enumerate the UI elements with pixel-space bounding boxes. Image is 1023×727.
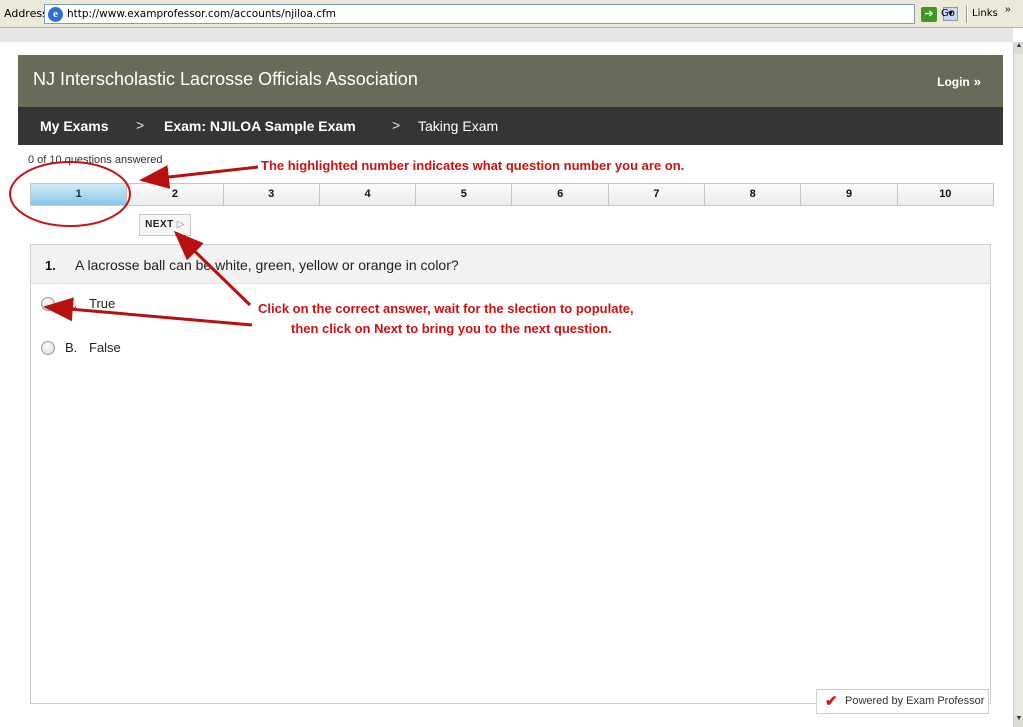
login-link[interactable]: Login » bbox=[937, 74, 981, 89]
go-button[interactable]: Go bbox=[941, 8, 955, 19]
option-text[interactable]: False bbox=[89, 340, 121, 355]
next-label[interactable]: NEXT bbox=[145, 219, 174, 230]
next-button[interactable]: NEXT ▷ bbox=[139, 214, 191, 236]
ie-icon: e bbox=[48, 7, 63, 22]
option-text[interactable]: True bbox=[89, 296, 115, 311]
question-tab-3[interactable]: 3 bbox=[223, 184, 320, 205]
powered-by-text[interactable]: Powered by Exam Professor bbox=[845, 690, 984, 713]
radio-button-a[interactable] bbox=[41, 297, 55, 311]
question-text: A lacrosse ball can be white, green, yel… bbox=[75, 257, 459, 273]
scroll-up-icon[interactable]: ▲ bbox=[1014, 42, 1023, 54]
breadcrumb-separator: > bbox=[392, 117, 401, 133]
breadcrumb-current: Taking Exam bbox=[418, 118, 499, 134]
links-chevron-icon[interactable]: » bbox=[1005, 4, 1011, 15]
site-title: NJ Interscholastic Lacrosse Officials As… bbox=[33, 69, 418, 89]
login-chevron-icon[interactable]: » bbox=[974, 74, 981, 89]
site-header: NJ Interscholastic Lacrosse Officials As… bbox=[18, 55, 1003, 107]
breadcrumb: My Exams > Exam: NJILOA Sample Exam > Ta… bbox=[18, 107, 1003, 145]
breadcrumb-my-exams[interactable]: My Exams bbox=[40, 118, 108, 134]
question-tab-10[interactable]: 10 bbox=[897, 184, 993, 205]
vertical-scrollbar[interactable]: ▲ ▼ bbox=[1013, 42, 1023, 727]
page-top-strip bbox=[0, 28, 1013, 42]
question-tab-7[interactable]: 7 bbox=[608, 184, 706, 205]
browser-address-bar: Address e http://www.examprofessor.com/a… bbox=[0, 0, 1023, 28]
address-url[interactable]: http://www.examprofessor.com/accounts/nj… bbox=[67, 8, 336, 20]
question-tab-1[interactable]: 1 bbox=[31, 184, 128, 205]
powered-by-badge[interactable]: ✔ Powered by Exam Professor bbox=[816, 689, 989, 714]
question-tab-4[interactable]: 4 bbox=[319, 184, 417, 205]
question-tabs: 1 2 3 4 5 6 7 8 9 10 bbox=[30, 183, 994, 206]
option-letter: B. bbox=[65, 340, 78, 355]
links-button[interactable]: Links bbox=[972, 8, 998, 19]
click-annotation-line1: Click on the correct answer, wait for th… bbox=[258, 301, 634, 316]
question-number: 1. bbox=[45, 258, 56, 273]
go-arrow-icon[interactable]: ➔ bbox=[921, 7, 937, 22]
click-annotation-line2: then click on Next to bring you to the n… bbox=[291, 321, 612, 336]
breadcrumb-separator: > bbox=[136, 117, 145, 133]
address-input[interactable]: e http://www.examprofessor.com/accounts/… bbox=[44, 4, 958, 24]
scroll-down-icon[interactable]: ▼ bbox=[1014, 715, 1023, 727]
breadcrumb-exam[interactable]: Exam: NJILOA Sample Exam bbox=[164, 118, 356, 134]
question-tab-9[interactable]: 9 bbox=[801, 184, 898, 205]
question-tab-6[interactable]: 6 bbox=[512, 184, 609, 205]
question-tab-2[interactable]: 2 bbox=[127, 184, 224, 205]
login-label[interactable]: Login bbox=[937, 75, 970, 89]
question-header: 1. A lacrosse ball can be white, green, … bbox=[31, 245, 990, 284]
checkmark-icon: ✔ bbox=[825, 693, 838, 710]
option-letter: A. bbox=[65, 296, 78, 311]
questions-answered-text: 0 of 10 questions answered bbox=[28, 154, 163, 166]
question-tab-8[interactable]: 8 bbox=[705, 184, 802, 205]
address-label: Address bbox=[4, 7, 48, 20]
toolbar-separator bbox=[966, 5, 968, 23]
question-tab-5[interactable]: 5 bbox=[416, 184, 513, 205]
play-triangle-icon[interactable]: ▷ bbox=[177, 219, 185, 230]
highlight-annotation: The highlighted number indicates what qu… bbox=[261, 158, 685, 173]
radio-button-b[interactable] bbox=[41, 341, 55, 355]
